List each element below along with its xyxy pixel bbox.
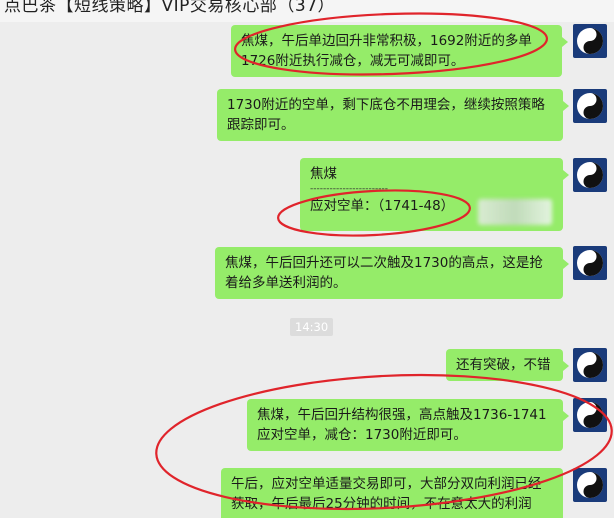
message-line: 着给多单送利润的。: [225, 275, 347, 291]
avatar[interactable]: [573, 89, 607, 123]
message-line: 还有突破，不错: [456, 357, 551, 373]
message-bubble[interactable]: 午后，应对空单适量交易即可，大部分双向利润已经 获取，午后最后25分钟的时间，不…: [221, 468, 563, 518]
yin-yang-icon: [577, 93, 603, 119]
message-list[interactable]: 焦煤，午后单边回升非常积极，1692附近的多单 1726附近执行减仓，减无可减即…: [0, 0, 614, 518]
message-line: 焦煤: [310, 166, 337, 182]
message-bubble[interactable]: 焦煤，午后回升结构很强，高点触及1736-1741 应对空单，减仓：1730附近…: [247, 399, 569, 451]
message-line: 获取，午后最后25分钟的时间，不在意太大的利润: [231, 496, 532, 512]
yin-yang-icon: [577, 402, 603, 428]
yin-yang-icon: [577, 472, 603, 498]
message-bubble[interactable]: 1730附近的空单，剩下底仓不用理会，继续按照策略 跟踪即可。: [217, 89, 569, 141]
avatar[interactable]: [573, 348, 607, 382]
message-line: 跟踪即可。: [227, 117, 295, 133]
message-line: 焦煤，午后回升结构很强，高点触及1736-1741: [257, 407, 547, 423]
avatar[interactable]: [573, 246, 607, 280]
message-line: 焦煤，午后回升还可以二次触及1730的高点，这是抢: [225, 255, 543, 271]
message-line: 午后，应对空单适量交易即可，大部分双向利润已经: [231, 476, 542, 492]
avatar[interactable]: [573, 158, 607, 192]
yin-yang-icon: [577, 250, 603, 276]
avatar[interactable]: [573, 398, 607, 432]
avatar[interactable]: [573, 24, 607, 58]
message-bubble[interactable]: 焦煤，午后单边回升非常积极，1692附近的多单 1726附近执行减仓，减无可减即…: [231, 25, 568, 77]
message-bubble[interactable]: 焦煤，午后回升还可以二次触及1730的高点，这是抢 着给多单送利润的。: [215, 247, 569, 299]
yin-yang-icon: [577, 28, 603, 54]
avatar[interactable]: [573, 468, 607, 502]
message-line: 1726附近执行减仓，减无可减即可。: [241, 53, 465, 69]
yin-yang-icon: [577, 352, 603, 378]
message-line: 应对空单，减仓：1730附近即可。: [257, 427, 467, 443]
message-line: 焦煤，午后单边回升非常积极，1692附近的多单: [241, 33, 532, 49]
message-line: 1730附近的空单，剩下底仓不用理会，继续按照策略: [227, 97, 545, 113]
message-divider: ------------------------: [310, 184, 388, 194]
yin-yang-icon: [577, 162, 603, 188]
time-divider: 14:30: [290, 318, 334, 336]
blurred-content: [478, 199, 552, 225]
message-bubble[interactable]: 还有突破，不错: [446, 349, 569, 381]
